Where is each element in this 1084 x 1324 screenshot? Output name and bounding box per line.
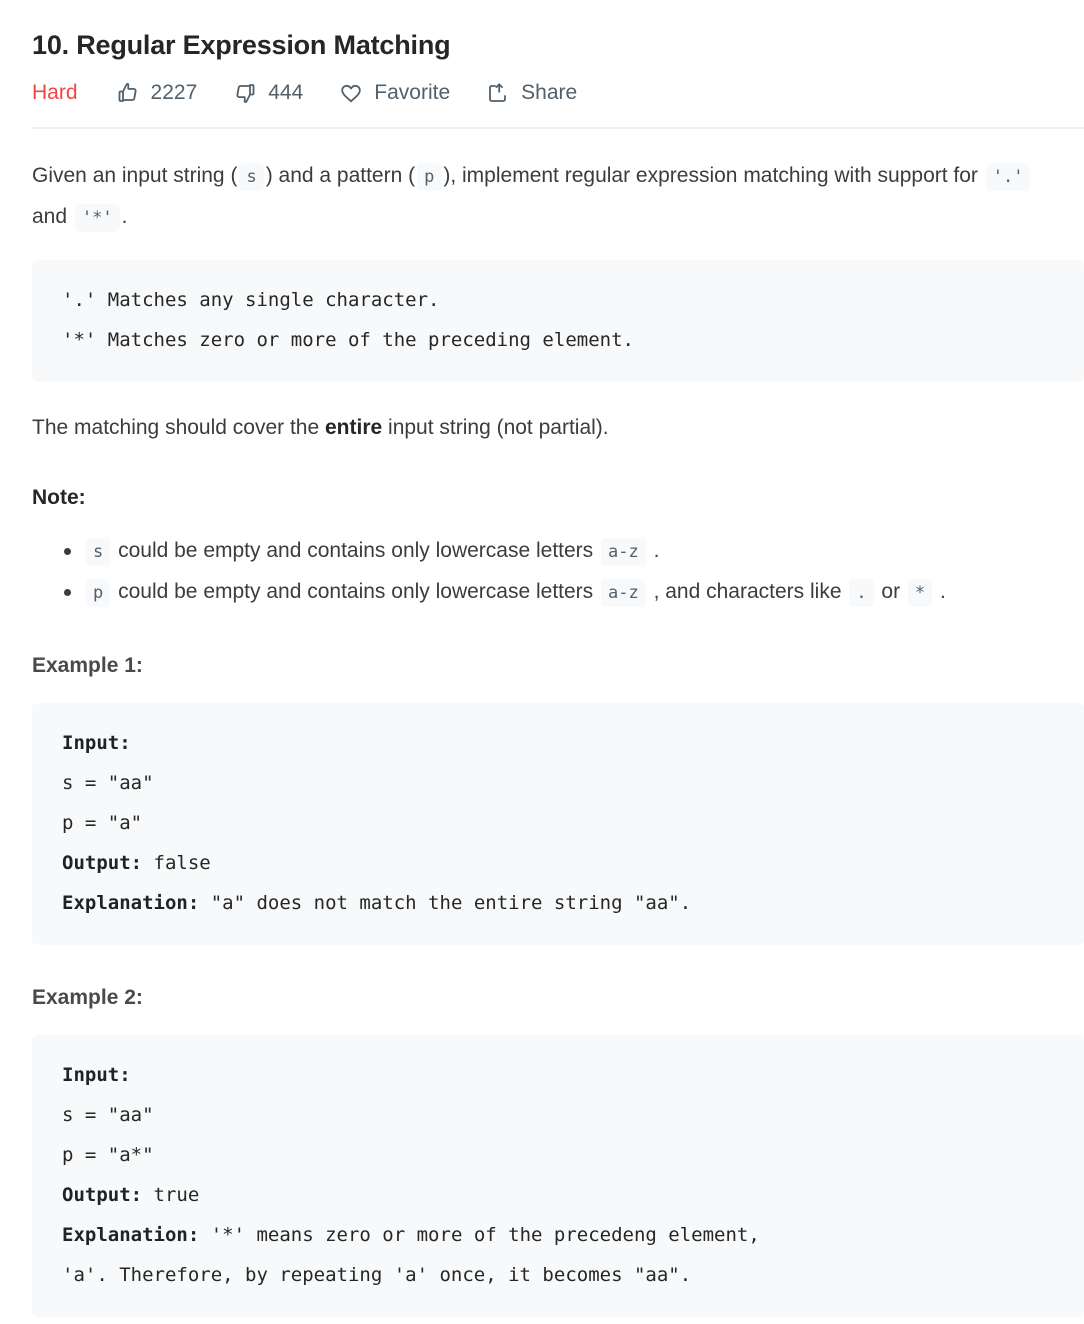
example-1-explanation-value: "a" does not match the entire string "aa… bbox=[199, 892, 692, 914]
note-text-3: could be empty and contains only lowerca… bbox=[112, 580, 600, 603]
example-2-s-line: s = "aa" bbox=[62, 1104, 154, 1126]
bottom-spacer bbox=[32, 1317, 1084, 1321]
description-paragraph: Given an input string (s) and a pattern … bbox=[32, 156, 1060, 238]
example-1-heading: Example 1: bbox=[32, 654, 143, 677]
favorite-label: Favorite bbox=[374, 81, 451, 104]
example-2-p-line: p = "a*" bbox=[62, 1144, 154, 1166]
example-1-output-value: false bbox=[142, 852, 211, 874]
example-2-heading: Example 2: bbox=[32, 986, 143, 1009]
code-chip-p-note: p bbox=[86, 579, 111, 607]
header-divider bbox=[32, 127, 1084, 129]
code-chip-p: p bbox=[417, 163, 442, 191]
like-count: 2227 bbox=[150, 81, 198, 104]
dislike-button[interactable]: 444 bbox=[233, 78, 303, 108]
desc-text-2: ) and a pattern ( bbox=[265, 164, 416, 187]
heart-icon bbox=[339, 81, 363, 105]
note-text-5: or bbox=[875, 580, 906, 603]
matching-note-paragraph: The matching should cover the entire inp… bbox=[32, 408, 1060, 447]
note-text-4: , and characters like bbox=[647, 580, 848, 603]
like-button[interactable]: 2227 bbox=[116, 78, 198, 108]
code-chip-star: '*' bbox=[74, 204, 120, 232]
note-heading: Note: bbox=[32, 486, 86, 509]
code-chip-s-note: s bbox=[86, 538, 111, 566]
share-label: Share bbox=[521, 81, 578, 104]
code-chip-s: s bbox=[239, 163, 264, 191]
note-text-2: . bbox=[647, 539, 660, 562]
desc-text-4: and bbox=[32, 205, 73, 228]
example-1-p-line: p = "a" bbox=[62, 812, 143, 834]
desc-text-1: Given an input string ( bbox=[32, 164, 238, 187]
code-chip-star-note: * bbox=[907, 579, 933, 607]
example-1-code-block: Input: s = "aa" p = "a" Output: false Ex… bbox=[32, 703, 1084, 945]
desc-text-3: ), implement regular expression matching… bbox=[443, 164, 984, 187]
page-title: 10. Regular Expression Matching bbox=[32, 30, 451, 60]
problem-meta-row: Hard 2227 444 Favorite Share bbox=[32, 78, 1084, 108]
example-2-output-value: true bbox=[142, 1184, 200, 1206]
match-text-2: input string (not partial). bbox=[382, 416, 609, 439]
example-2-explanation-line2: 'a'. Therefore, by repeating 'a' once, i… bbox=[62, 1264, 692, 1286]
share-button[interactable]: Share bbox=[486, 78, 577, 108]
problem-page: 10. Regular Expression Matching Hard 222… bbox=[0, 0, 1084, 1324]
example-2-explanation-label: Explanation: bbox=[62, 1224, 200, 1246]
code-chip-az-note-1: a-z bbox=[601, 538, 646, 566]
thumbs-up-icon bbox=[116, 81, 140, 105]
example-2-code-block: Input: s = "aa" p = "a*" Output: true Ex… bbox=[32, 1035, 1084, 1317]
example-1-s-line: s = "aa" bbox=[62, 772, 154, 794]
code-chip-az-note-2: a-z bbox=[601, 579, 646, 607]
match-text-bold: entire bbox=[325, 416, 383, 439]
thumbs-down-icon bbox=[233, 81, 257, 105]
example-1-input-label: Input: bbox=[62, 732, 131, 754]
example-2-explanation-value: '*' means zero or more of the precedeng … bbox=[199, 1224, 760, 1246]
example-2-input-label: Input: bbox=[62, 1064, 131, 1086]
note-list: s could be empty and contains only lower… bbox=[32, 531, 1064, 613]
match-text-1: The matching should cover the bbox=[32, 416, 325, 439]
example-1-explanation-label: Explanation: bbox=[62, 892, 200, 914]
share-icon bbox=[486, 81, 510, 105]
rules-code-block: '.' Matches any single character. '*' Ma… bbox=[32, 260, 1084, 382]
problem-content: Given an input string (s) and a pattern … bbox=[0, 156, 1084, 1321]
difficulty-badge: Hard bbox=[32, 81, 78, 104]
code-chip-dot-note: . bbox=[849, 579, 874, 607]
list-item: p could be empty and contains only lower… bbox=[64, 572, 1064, 613]
example-2-output-label: Output: bbox=[62, 1184, 143, 1206]
favorite-button[interactable]: Favorite bbox=[339, 78, 450, 108]
list-item: s could be empty and contains only lower… bbox=[64, 531, 1064, 572]
code-chip-dot: '.' bbox=[985, 163, 1031, 191]
note-text-1: could be empty and contains only lowerca… bbox=[112, 539, 600, 562]
dislike-count: 444 bbox=[268, 81, 304, 104]
note-text-6: . bbox=[934, 580, 946, 603]
example-1-output-label: Output: bbox=[62, 852, 143, 874]
desc-text-5: . bbox=[121, 205, 128, 228]
